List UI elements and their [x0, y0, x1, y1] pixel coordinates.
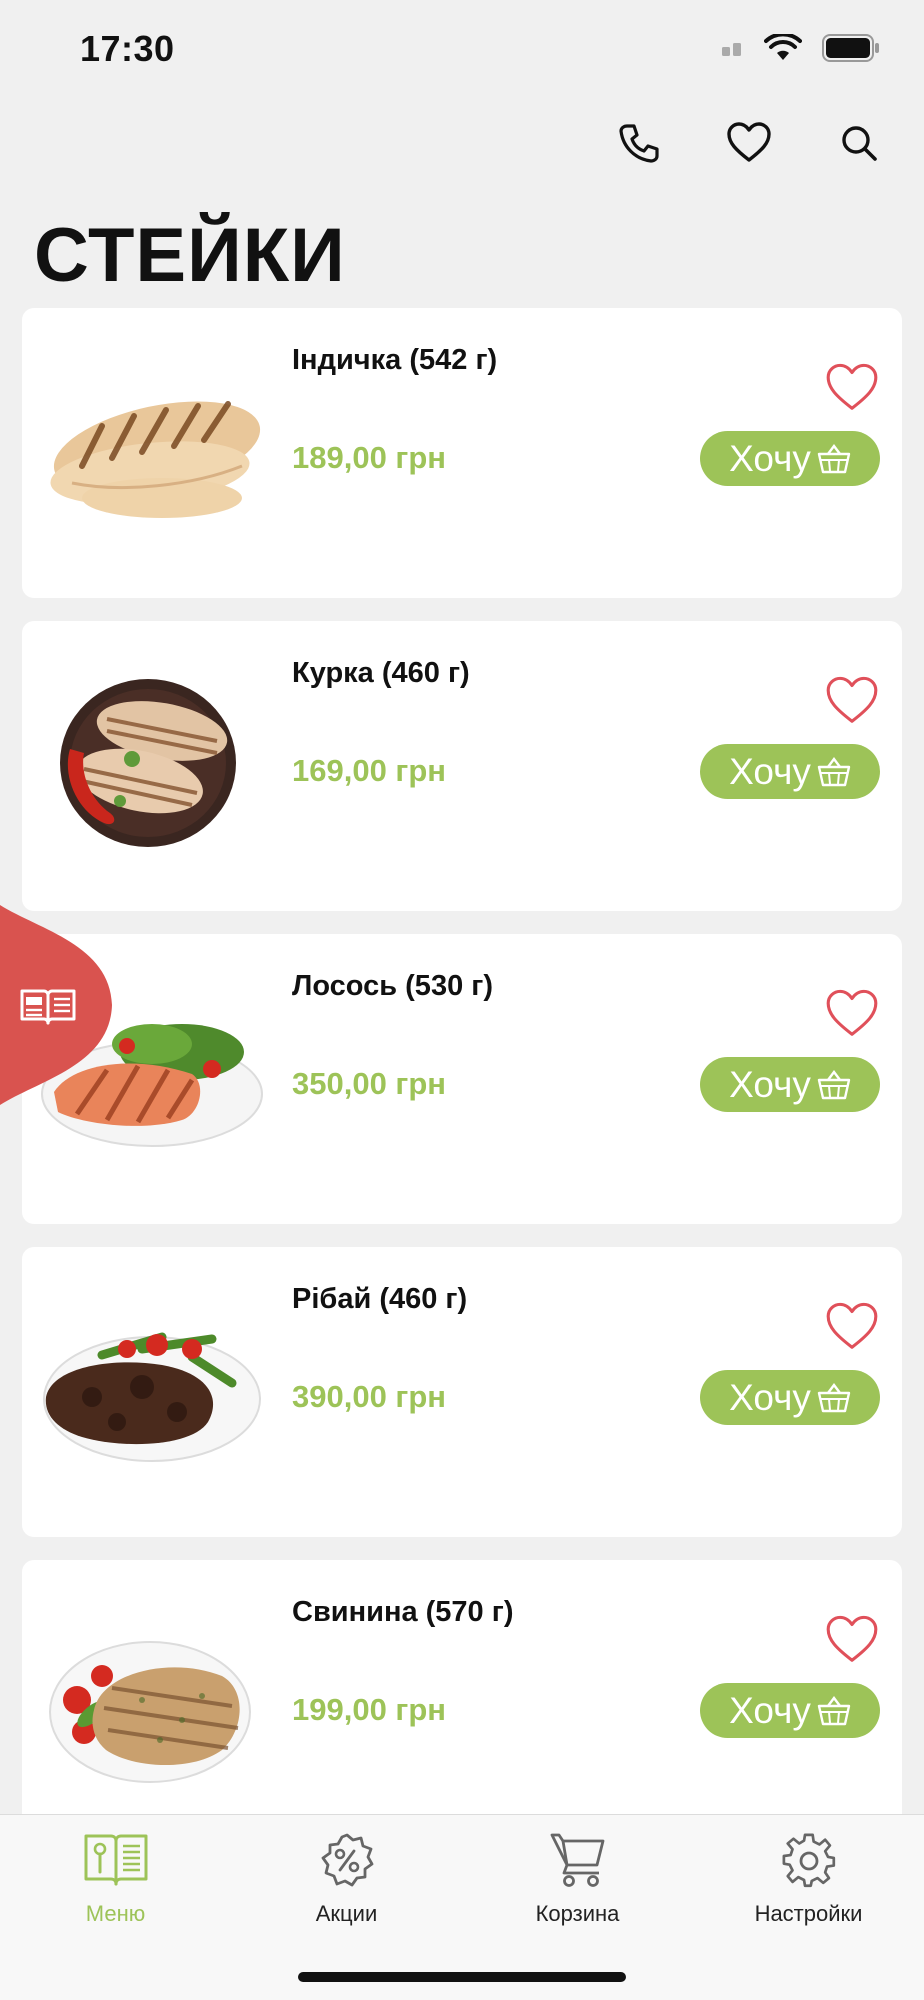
- nav-label: Акции: [315, 1901, 378, 1926]
- want-button[interactable]: Хочу: [700, 1057, 880, 1112]
- search-button[interactable]: [834, 118, 884, 168]
- heart-outline-icon: [826, 676, 878, 723]
- product-price: 390,00 грн: [292, 1379, 447, 1414]
- basket-icon: [817, 756, 851, 786]
- floating-menu-tab[interactable]: [0, 905, 120, 1105]
- product-name: Курка (460 г): [292, 657, 470, 689]
- product-card[interactable]: Свинина (570 г) 199,00 грн Хочу: [22, 1560, 902, 1850]
- heart-icon: [727, 122, 771, 162]
- turkey-steak-image: [32, 348, 272, 558]
- basket-icon: [817, 443, 851, 473]
- nav-item-promotions[interactable]: Акции: [231, 1815, 462, 1945]
- want-button[interactable]: Хочу: [700, 431, 880, 486]
- want-button-label: Хочу: [729, 750, 811, 792]
- want-button-label: Хочу: [729, 437, 811, 479]
- product-card[interactable]: Курка (460 г) 169,00 грн Хочу: [22, 621, 902, 911]
- search-icon: [842, 126, 877, 161]
- pork-steak-image: [32, 1600, 272, 1810]
- nav-item-settings[interactable]: Настройки: [693, 1815, 924, 1945]
- favorite-button[interactable]: [824, 1615, 880, 1665]
- wifi-icon: [764, 32, 802, 67]
- product-card[interactable]: Рібай (460 г) 390,00 грн Хочу: [22, 1247, 902, 1537]
- cart-icon: [549, 1829, 607, 1891]
- heart-outline-icon: [826, 1615, 878, 1662]
- heart-outline-icon: [826, 363, 878, 410]
- product-name: Рібай (460 г): [292, 1283, 468, 1315]
- product-card[interactable]: Індичка (542 г) 189,00 грн Хочу: [22, 308, 902, 598]
- product-price: 189,00 грн: [292, 440, 447, 475]
- header-actions: [614, 118, 884, 168]
- nav-label: Меню: [85, 1901, 146, 1926]
- nav-item-cart[interactable]: Корзина: [462, 1815, 693, 1945]
- nav-label: Корзина: [535, 1901, 620, 1926]
- home-indicator: [298, 1972, 626, 1982]
- favorite-button[interactable]: [824, 989, 880, 1039]
- status-time: 17:30: [80, 28, 175, 69]
- ribeye-steak-image: [32, 1287, 272, 1497]
- settings-icon: [781, 1829, 837, 1891]
- status-icons: [722, 32, 880, 67]
- menu-book-icon: [83, 1829, 149, 1891]
- nav-label: Настройки: [754, 1901, 863, 1926]
- phone-icon: [619, 124, 659, 163]
- product-card[interactable]: Лосось (530 г) 350,00 грн Хочу: [22, 934, 902, 1224]
- discount-icon: [319, 1829, 375, 1891]
- phone-button[interactable]: [614, 118, 664, 168]
- product-price: 350,00 грн: [292, 1066, 447, 1101]
- heart-outline-icon: [826, 1302, 878, 1349]
- status-bar: 17:30: [0, 0, 924, 100]
- basket-icon: [817, 1069, 851, 1099]
- product-list: Індичка (542 г) 189,00 грн Хочу Курка (4…: [22, 308, 902, 1873]
- signal-icon: [722, 40, 744, 61]
- heart-outline-icon: [826, 989, 878, 1036]
- product-price: 199,00 грн: [292, 1692, 447, 1727]
- favorite-button[interactable]: [824, 1302, 880, 1352]
- product-name: Лосось (530 г): [292, 970, 493, 1002]
- basket-icon: [817, 1382, 851, 1412]
- want-button-label: Хочу: [729, 1689, 811, 1731]
- favorites-button[interactable]: [724, 118, 774, 168]
- favorite-button[interactable]: [824, 363, 880, 413]
- want-button[interactable]: Хочу: [700, 744, 880, 799]
- want-button-label: Хочу: [729, 1376, 811, 1418]
- basket-icon: [817, 1695, 851, 1725]
- product-name: Індичка (542 г): [292, 344, 498, 376]
- favorite-button[interactable]: [824, 676, 880, 726]
- want-button[interactable]: Хочу: [700, 1683, 880, 1738]
- chicken-steak-image: [32, 661, 272, 871]
- battery-icon: [822, 34, 880, 67]
- nav-item-menu[interactable]: Меню: [0, 1815, 231, 1945]
- want-button[interactable]: Хочу: [700, 1370, 880, 1425]
- page-title: СТЕЙКИ: [34, 213, 346, 298]
- want-button-label: Хочу: [729, 1063, 811, 1105]
- product-name: Свинина (570 г): [292, 1596, 514, 1628]
- product-price: 169,00 грн: [292, 753, 447, 788]
